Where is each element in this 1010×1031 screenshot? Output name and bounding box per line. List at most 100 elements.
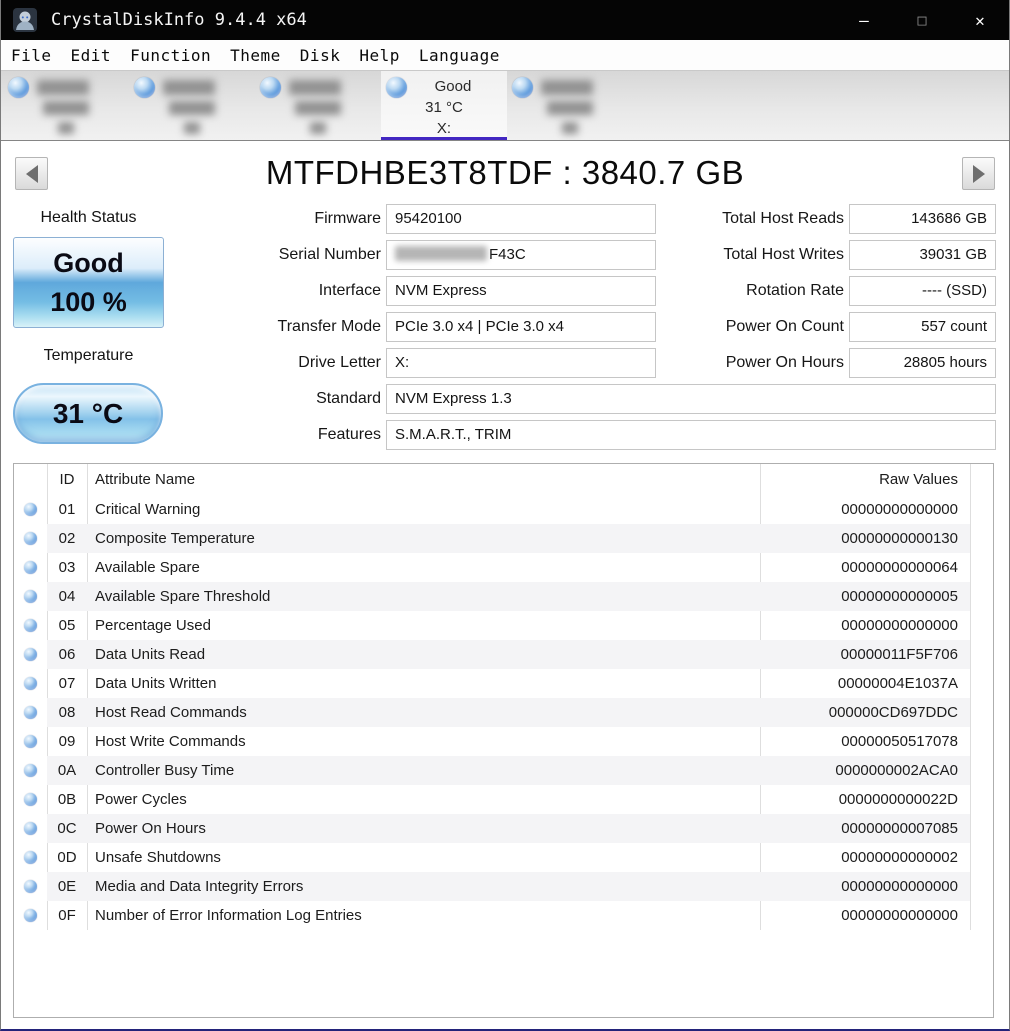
attribute-raw-value: 00000000000000 (760, 901, 964, 930)
field-value-firmware: 95420100 (386, 204, 656, 234)
column-header-raw-values: Raw Values (760, 464, 964, 495)
attribute-status-orb-icon (24, 909, 37, 922)
column-header-id: ID (47, 464, 87, 495)
column-header-attribute-name: Attribute Name (95, 464, 195, 495)
menu-item-disk[interactable]: Disk (300, 46, 341, 65)
title-bar: CrystalDiskInfo 9.4.4 x64 — □ ✕ (1, 0, 1009, 40)
menu-item-help[interactable]: Help (359, 46, 400, 65)
field-label-total-host-reads: Total Host Reads (621, 204, 844, 234)
field-value-power-on-hours: 28805 hours (849, 348, 996, 378)
attribute-raw-value: 00000050517078 (760, 727, 964, 756)
health-status-percentage: 100 % (50, 283, 127, 322)
field-value-total-host-writes: 39031 GB (849, 240, 996, 270)
attribute-raw-value: 00000000007085 (760, 814, 964, 843)
drive-tab-redacted[interactable] (129, 71, 255, 140)
window-title: CrystalDiskInfo 9.4.4 x64 (51, 10, 307, 30)
attribute-name: Composite Temperature (95, 524, 255, 553)
attribute-raw-value: 00000011F5F706 (760, 640, 964, 669)
attribute-status-orb-icon (24, 764, 37, 777)
redacted-text (43, 101, 89, 115)
menu-item-language[interactable]: Language (419, 46, 500, 65)
attribute-name: Available Spare Threshold (95, 582, 270, 611)
field-value-features: S.M.A.R.T., TRIM (386, 420, 996, 450)
attribute-raw-value: 0000000002ACA0 (760, 756, 964, 785)
table-row: 0BPower Cycles0000000000022D (14, 785, 993, 814)
attribute-id: 05 (47, 611, 87, 640)
menu-item-function[interactable]: Function (130, 46, 211, 65)
attribute-raw-value: 00000000000000 (760, 872, 964, 901)
redacted-text (295, 101, 341, 115)
health-status-label: Health Status (13, 209, 164, 227)
attribute-id: 0D (47, 843, 87, 872)
attribute-name: Data Units Written (95, 669, 216, 698)
table-row: 05Percentage Used00000000000000 (14, 611, 993, 640)
attribute-id: 08 (47, 698, 87, 727)
drive-tab-redacted[interactable] (3, 71, 129, 140)
attribute-status-orb-icon (24, 590, 37, 603)
attribute-raw-value: 00000000000000 (760, 611, 964, 640)
attribute-status-orb-icon (24, 735, 37, 748)
menu-item-edit[interactable]: Edit (71, 46, 112, 65)
drive-tab-redacted[interactable] (507, 71, 633, 140)
attribute-name: Number of Error Information Log Entries (95, 901, 362, 930)
close-button[interactable]: ✕ (951, 0, 1009, 40)
table-row: 0FNumber of Error Information Log Entrie… (14, 901, 993, 930)
attribute-raw-value: 000000CD697DDC (760, 698, 964, 727)
field-label-power-on-count: Power On Count (621, 312, 844, 342)
field-label-standard: Standard (181, 384, 381, 414)
main-content: MTFDHBE3T8TDF : 3840.7 GB Health Status … (1, 140, 1009, 1029)
smart-attributes-table: ID Attribute Name Raw Values 01Critical … (13, 463, 994, 1018)
menu-item-theme[interactable]: Theme (230, 46, 281, 65)
attribute-id: 04 (47, 582, 87, 611)
drive-tab-redacted[interactable] (255, 71, 381, 140)
field-value-interface: NVM Express (386, 276, 656, 306)
redacted-text (310, 122, 326, 134)
attribute-id: 0E (47, 872, 87, 901)
table-row: 01Critical Warning00000000000000 (14, 495, 993, 524)
redacted-text (562, 122, 578, 134)
attribute-status-orb-icon (24, 561, 37, 574)
attribute-raw-value: 00000000000130 (760, 524, 964, 553)
redacted-text (184, 122, 200, 134)
attribute-status-orb-icon (24, 619, 37, 632)
table-row: 0A Controller Busy Time 0000000002ACA0 (14, 756, 993, 785)
window-controls: — □ ✕ (835, 0, 1009, 40)
field-value-power-on-count: 557 count (849, 312, 996, 342)
arrow-right-icon (973, 165, 985, 183)
previous-drive-button[interactable] (15, 157, 48, 190)
drive-status-orb-icon (8, 77, 29, 98)
field-label-total-host-writes: Total Host Writes (621, 240, 844, 270)
redacted-serial-prefix (395, 246, 487, 261)
drive-tab-strip: Good 31 °C X: (1, 70, 1009, 140)
attribute-name: Host Read Commands (95, 698, 247, 727)
table-row: 06Data Units Read00000011F5F706 (14, 640, 993, 669)
redacted-text (58, 122, 74, 134)
attribute-id: 03 (47, 553, 87, 582)
attribute-name: Controller Busy Time (95, 756, 234, 785)
drive-tab-selected[interactable]: Good 31 °C X: (381, 71, 507, 140)
maximize-button[interactable]: □ (893, 0, 951, 40)
attribute-id: 01 (47, 495, 87, 524)
field-value-total-host-reads: 143686 GB (849, 204, 996, 234)
table-row: 03Available Spare00000000000064 (14, 553, 993, 582)
attribute-status-orb-icon (24, 648, 37, 661)
attribute-id: 0A (47, 756, 87, 785)
table-row: 08 Host Read Commands 000000CD697DDC (14, 698, 993, 727)
crystaldiskinfo-window: CrystalDiskInfo 9.4.4 x64 — □ ✕ File Edit… (0, 0, 1010, 1031)
attribute-status-orb-icon (24, 677, 37, 690)
menu-bar: File Edit Function Theme Disk Help Language (1, 40, 1009, 70)
menu-item-file[interactable]: File (11, 46, 52, 65)
temperature-value: 31 °C (53, 398, 123, 430)
attribute-name: Data Units Read (95, 640, 205, 669)
health-status-value: Good (53, 244, 123, 283)
tab-temperature: 31 °C (381, 97, 507, 118)
field-value-drive-letter: X: (386, 348, 656, 378)
arrow-left-icon (26, 165, 38, 183)
minimize-button[interactable]: — (835, 0, 893, 40)
attribute-status-orb-icon (24, 793, 37, 806)
attribute-raw-value: 00000004E1037A (760, 669, 964, 698)
field-value-rotation-rate: ---- (SSD) (849, 276, 996, 306)
field-label-firmware: Firmware (181, 204, 381, 234)
field-label-power-on-hours: Power On Hours (621, 348, 844, 378)
next-drive-button[interactable] (962, 157, 995, 190)
